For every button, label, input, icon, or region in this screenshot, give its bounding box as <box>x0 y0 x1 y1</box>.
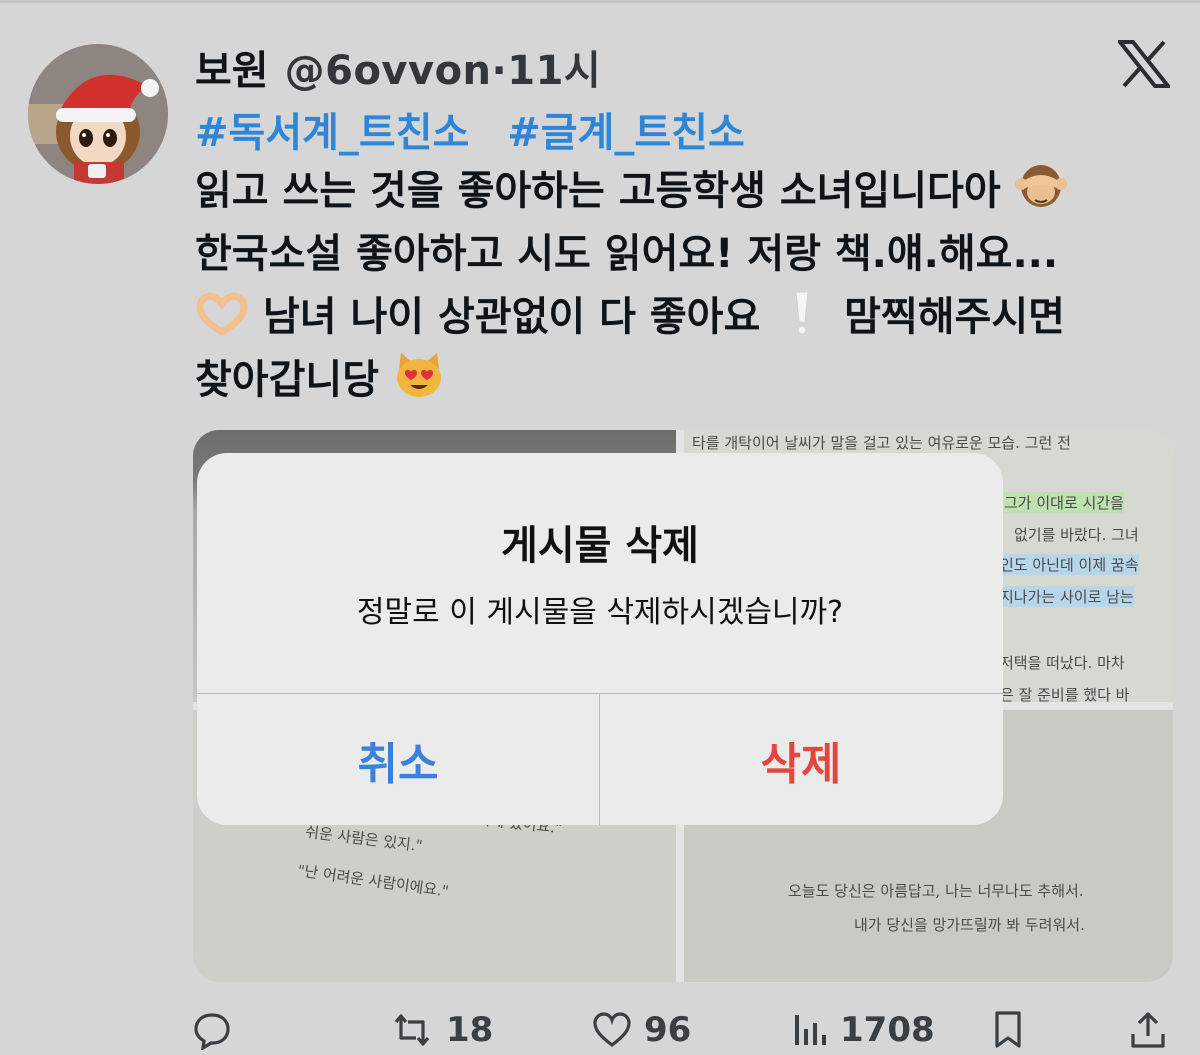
bookmark-icon <box>995 1011 1021 1048</box>
tweet-line: 남녀 나이 상관없이 다 좋아요 맘찍해주시면 <box>195 286 1155 349</box>
photo-text: 은 잘 준비를 했다 바 <box>1000 686 1130 702</box>
like-count: 96 <box>644 1010 692 1050</box>
cancel-button[interactable]: 취소 <box>197 694 599 825</box>
delete-button[interactable]: 삭제 <box>600 694 1002 825</box>
tweet-text: 읽고 쓰는 것을 좋아하는 고등학생 소녀입니다아 <box>195 168 1001 214</box>
retweet-icon <box>394 1014 430 1046</box>
retweet-button[interactable]: 18 <box>390 1010 493 1050</box>
hashtag-link[interactable]: #글계_트친소 <box>507 110 745 156</box>
timestamp[interactable]: 11시 <box>507 48 601 94</box>
delete-post-dialog: 게시물 삭제 정말로 이 게시물을 삭제하시겠습니까? 취소 삭제 <box>197 453 1003 825</box>
separator: · <box>491 48 508 94</box>
dialog-message: 정말로 이 게시물을 삭제하시겠습니까? <box>356 595 844 630</box>
reply-button[interactable] <box>192 1010 232 1050</box>
hashtag-link[interactable]: #독서계_트친소 <box>195 110 469 156</box>
handle[interactable]: @6ovvon <box>285 48 492 94</box>
hashtags: #독서계_트친소 #글계_트친소 <box>195 100 769 158</box>
tweet-text: 찾아갑니당 <box>195 357 379 403</box>
heart-hands-icon <box>196 292 248 336</box>
tweet-text: 맘찍해주시면 <box>844 294 1065 340</box>
tweet-text: 남녀 나이 상관없이 다 좋아요 <box>262 294 761 340</box>
tweet-line: 한국소설 좋아하고 시도 읽어요! 저랑 책.얘.해요... <box>195 223 1155 286</box>
photo-text: 내가 당신을 망가뜨릴까 봐 두려워서. <box>854 916 1085 934</box>
photo-text: 없기를 바랐다. 그녀 <box>1014 526 1139 544</box>
photo-text: 쉬운 사람은 있지." <box>304 822 424 856</box>
tweet-header: 보원 @6ovvon·11시 <box>195 38 601 94</box>
like-button[interactable]: 96 <box>592 1010 691 1050</box>
tweet-line: 읽고 쓰는 것을 좋아하는 고등학생 소녀입니다아 <box>195 160 1155 223</box>
bookmark-button[interactable] <box>992 1010 1024 1050</box>
photo-text: "난 어려운 사람이에요." <box>296 861 450 901</box>
share-icon <box>1131 1012 1165 1048</box>
photo-text: 오늘도 당신은 아름답고, 나는 너무나도 추해서. <box>788 882 1084 900</box>
reply-icon <box>194 1013 230 1050</box>
photo-text: 타를 개탁이어 날씨가 말을 걸고 있는 여유로운 모습. 그런 전 <box>692 434 1071 452</box>
views-button[interactable]: 1708 <box>792 1010 935 1050</box>
heart-eyes-cat-icon <box>396 353 441 397</box>
tweet-actions: 18 96 1708 <box>0 1000 1200 1055</box>
photo-text: 인도 아닌데 이제 꿈속 <box>1000 554 1139 575</box>
photo-text: 그가 이대로 시간을 <box>1004 492 1124 513</box>
share-button[interactable] <box>1128 1010 1168 1050</box>
handle-and-time[interactable]: @6ovvon·11시 <box>285 38 602 96</box>
display-name[interactable]: 보원 <box>195 38 269 96</box>
retweet-count: 18 <box>446 1010 494 1050</box>
x-logo-icon[interactable] <box>1118 40 1170 88</box>
avatar-illustration <box>28 44 168 184</box>
views-bar-chart-icon <box>795 1015 826 1045</box>
heart-icon <box>593 1012 631 1048</box>
tweet-body: 읽고 쓰는 것을 좋아하는 고등학생 소녀입니다아 한국소설 좋아하고 시도 읽… <box>195 160 1155 412</box>
tweet-line: 찾아갑니당 <box>195 349 1155 412</box>
exclamation-mark-icon <box>795 291 809 335</box>
top-divider <box>0 0 1200 3</box>
tweet-text: 한국소설 좋아하고 시도 읽어요! 저랑 책.얘.해요... <box>195 231 1059 277</box>
avatar[interactable] <box>28 44 168 184</box>
photo-text: 지나가는 사이로 남는 <box>1000 586 1134 607</box>
view-count: 1708 <box>840 1010 935 1050</box>
see-no-evil-monkey-icon <box>1014 165 1067 207</box>
dialog-title: 게시물 삭제 <box>501 523 699 569</box>
photo-text: 저택을 떠났다. 마차 <box>1000 654 1125 672</box>
